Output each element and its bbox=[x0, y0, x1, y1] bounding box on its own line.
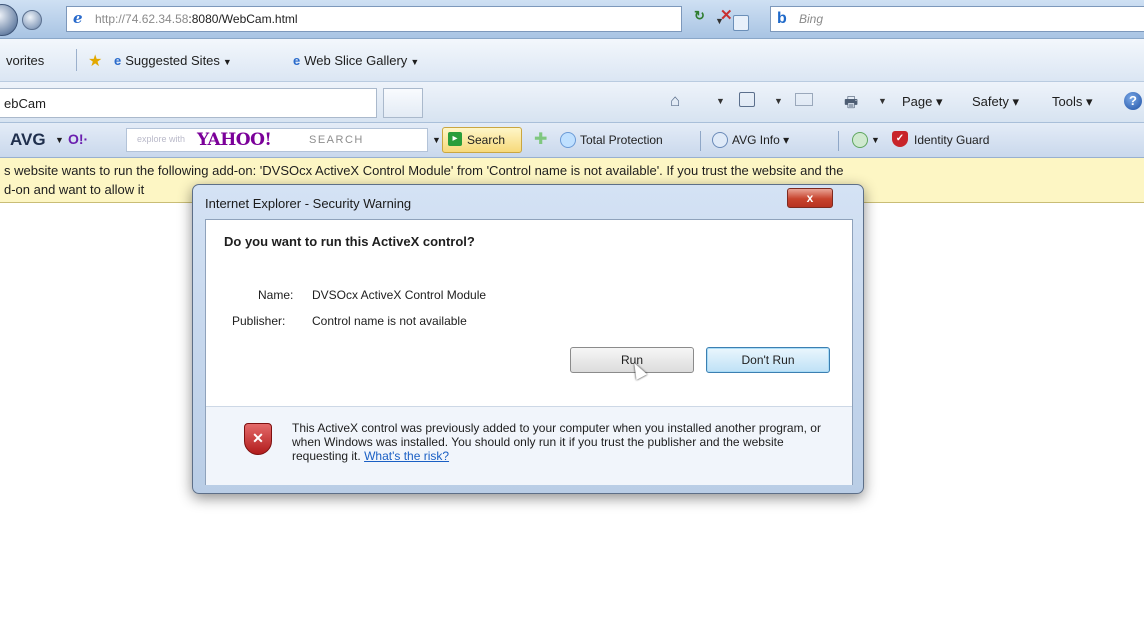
favorites-bar: vorites ★ e Suggested Sites ▼ e Web Slice G… bbox=[0, 39, 1144, 82]
plus-icon: ✚ bbox=[534, 131, 548, 148]
add-favorite-star-icon[interactable]: ★ bbox=[88, 51, 102, 71]
avg-logo[interactable]: AVG bbox=[10, 130, 46, 150]
ie-icon: e bbox=[114, 53, 122, 68]
dont-run-button[interactable]: Don't Run bbox=[706, 347, 830, 373]
separator bbox=[838, 131, 839, 151]
web-slice-gallery-button[interactable]: e Web Slice Gallery ▼ bbox=[293, 53, 419, 68]
avg-toolbar: AVG ▼ O!· explore with YAHOO! SEARCH ▼ ▸… bbox=[0, 123, 1144, 158]
shield-warning-icon: ✕ bbox=[244, 423, 272, 455]
publisher-label: Publisher: bbox=[232, 314, 286, 328]
yahoo-logo: YAHOO! bbox=[197, 130, 272, 150]
ie-page-icon: e bbox=[73, 9, 83, 27]
search-icon: ▸ bbox=[448, 132, 462, 146]
tab-title: ebCam bbox=[4, 96, 46, 111]
ie-page-icon: e bbox=[293, 53, 301, 68]
chevron-down-icon[interactable]: ▼ bbox=[871, 135, 880, 145]
refresh-icon[interactable]: ↻ bbox=[694, 8, 705, 24]
yahoo-hint: explore with bbox=[137, 134, 186, 144]
identity-guard-shield-icon: ✓ bbox=[892, 131, 908, 147]
security-warning-dialog: Internet Explorer - Security Warning x D… bbox=[192, 184, 864, 494]
forward-button[interactable] bbox=[22, 10, 42, 30]
name-value: DVSOcx ActiveX Control Module bbox=[312, 288, 487, 302]
total-protection-icon bbox=[560, 132, 576, 148]
dialog-question: Do you want to run this ActiveX control? bbox=[224, 234, 475, 249]
bing-icon: b bbox=[777, 10, 787, 27]
search-button-label: Search bbox=[467, 133, 506, 147]
search-box[interactable]: b Bing bbox=[770, 6, 1144, 32]
chevron-down-icon[interactable]: ▼ bbox=[774, 96, 783, 106]
mail-icon[interactable] bbox=[795, 93, 813, 106]
chevron-down-icon[interactable]: ▼ bbox=[716, 96, 725, 106]
web-slice-gallery-label: Web Slice Gallery bbox=[304, 53, 408, 68]
close-button[interactable]: x bbox=[787, 188, 833, 208]
publisher-value: Control name is not available bbox=[312, 314, 467, 328]
chevron-down-icon: ▼ bbox=[222, 57, 232, 67]
chevron-down-icon[interactable]: ▼ bbox=[55, 135, 64, 145]
total-protection-button[interactable]: Total Protection bbox=[580, 133, 663, 147]
whats-the-risk-link[interactable]: What's the risk? bbox=[364, 449, 449, 463]
compatibility-view-icon[interactable] bbox=[733, 15, 749, 31]
dialog-body: Do you want to run this ActiveX control?… bbox=[205, 219, 853, 485]
yahoo-search-label: SEARCH bbox=[309, 134, 364, 146]
dialog-footer: ✕ This ActiveX control was previously ad… bbox=[206, 406, 852, 485]
url-text: http://74.62.34.58:8080/WebCam.html bbox=[95, 12, 298, 26]
url-field[interactable]: e http://74.62.34.58:8080/WebCam.html ▼ bbox=[66, 6, 749, 32]
print-icon[interactable]: 🖶 bbox=[844, 92, 858, 117]
footer-text: This ActiveX control was previously adde… bbox=[292, 421, 840, 463]
home-icon[interactable]: ⌂ bbox=[670, 91, 680, 111]
avg-info-icon bbox=[712, 132, 728, 148]
tab-row: ebCam ⌂ ▼ ▼ 🖶 ▼ Page ▾ Safety ▾ Tools ▾ … bbox=[0, 82, 1144, 123]
separator bbox=[76, 49, 77, 71]
suggested-sites-button[interactable]: e Suggested Sites ▼ bbox=[114, 53, 232, 68]
help-icon[interactable]: ? bbox=[1124, 92, 1142, 110]
info-bar-text-line1: s website wants to run the following add… bbox=[4, 163, 844, 178]
safety-menu[interactable]: Safety ▾ bbox=[972, 94, 1019, 110]
search-placeholder: Bing bbox=[799, 12, 824, 26]
new-tab-button[interactable] bbox=[383, 88, 423, 118]
yahoo-o-icon[interactable]: O!· bbox=[68, 131, 88, 147]
name-label: Name: bbox=[258, 288, 294, 302]
stop-icon[interactable]: ✕ bbox=[720, 6, 733, 24]
url-path: :8080/WebCam.html bbox=[188, 12, 298, 26]
url-host: http://74.62.34.58 bbox=[95, 12, 189, 26]
favorites-label[interactable]: vorites bbox=[6, 53, 44, 68]
extra-tool-icon[interactable] bbox=[852, 132, 868, 148]
identity-guard-button[interactable]: Identity Guard bbox=[914, 133, 989, 147]
yahoo-search-input[interactable]: explore with YAHOO! SEARCH bbox=[126, 128, 428, 152]
suggested-sites-label: Suggested Sites bbox=[125, 53, 220, 68]
chevron-down-icon[interactable]: ▼ bbox=[878, 96, 887, 106]
dialog-title: Internet Explorer - Security Warning bbox=[205, 196, 412, 211]
info-bar-text-line2: d-on and want to allow it bbox=[4, 182, 145, 197]
tab-webcam[interactable]: ebCam bbox=[0, 88, 377, 118]
chevron-down-icon[interactable]: ▼ bbox=[432, 135, 441, 145]
back-button[interactable] bbox=[0, 4, 18, 36]
avg-search-button[interactable]: ▸ Search bbox=[442, 127, 522, 153]
page-menu[interactable]: Page ▾ bbox=[902, 94, 943, 110]
avg-info-button[interactable]: AVG Info ▾ bbox=[732, 133, 789, 147]
separator bbox=[700, 131, 701, 151]
tools-menu[interactable]: Tools ▾ bbox=[1052, 94, 1093, 110]
chevron-down-icon: ▼ bbox=[410, 57, 420, 67]
address-bar: e http://74.62.34.58:8080/WebCam.html ▼ … bbox=[0, 0, 1144, 39]
feeds-icon[interactable] bbox=[739, 92, 755, 107]
